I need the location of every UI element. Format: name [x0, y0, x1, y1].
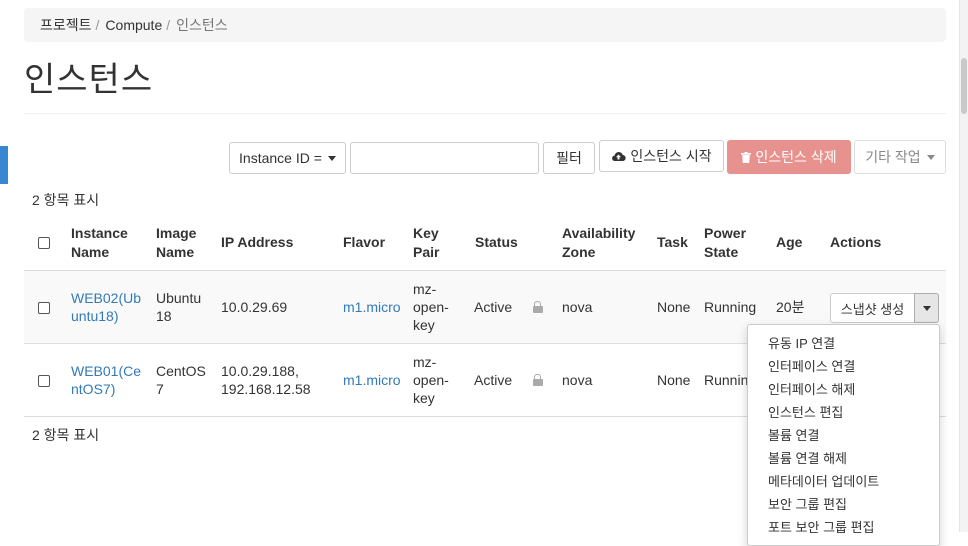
image-name: CentOS 7	[156, 363, 206, 397]
lock-open-icon	[533, 301, 543, 314]
launch-instance-label: 인스턴스 시작	[630, 148, 712, 164]
item-count-top: 2 항목 표시	[32, 192, 100, 208]
ip-address: 10.0.29.69	[221, 299, 288, 315]
column-flavor[interactable]: Flavor	[343, 233, 385, 252]
menu-item-update-metadata[interactable]: 메타데이터 업데이트	[768, 471, 879, 490]
menu-item-associate-floating-ip[interactable]: 유동 IP 연결	[768, 333, 835, 352]
filter-field-select[interactable]: Instance ID =	[229, 142, 346, 174]
menu-item-detach-volume[interactable]: 볼륨 연결 해제	[768, 448, 847, 467]
chevron-down-icon	[926, 154, 935, 160]
filter-field-label: Instance ID =	[239, 150, 322, 166]
key-pair: mz-open-key	[413, 281, 449, 333]
item-count-bottom: 2 항목 표시	[32, 427, 100, 443]
availability-zone: nova	[562, 372, 593, 388]
page-scrollbar[interactable]	[959, 0, 968, 532]
row-checkbox[interactable]	[38, 302, 50, 314]
more-actions-button[interactable]: 기타 작업	[854, 140, 946, 174]
flavor-link[interactable]: m1.micro	[343, 298, 401, 316]
age-text: 20분	[776, 299, 805, 315]
column-status[interactable]: Status	[475, 233, 518, 252]
availability-zone: nova	[562, 299, 593, 315]
breadcrumb: 프로젝트 / Compute / 인스턴스	[24, 8, 946, 42]
chevron-down-icon	[922, 305, 931, 311]
delete-instances-button[interactable]: 인스턴스 삭제	[727, 140, 851, 174]
power-state: Running	[704, 299, 757, 315]
sidebar-edge-indicator	[0, 146, 8, 184]
column-ip-address[interactable]: IP Address	[221, 233, 293, 252]
task-text: None	[657, 299, 691, 315]
menu-item-edit-instance[interactable]: 인스턴스 편집	[768, 402, 843, 421]
cloud-upload-icon	[612, 151, 627, 162]
row-actions-toggle[interactable]	[914, 293, 939, 323]
breadcrumb-instances: 인스턴스	[176, 17, 228, 33]
column-key-pair[interactable]: Key Pair	[413, 224, 439, 262]
task-text: None	[657, 372, 691, 388]
breadcrumb-project[interactable]: 프로젝트	[40, 15, 92, 35]
menu-item-detach-interface[interactable]: 인터페이스 해제	[768, 379, 855, 398]
menu-item-edit-security-groups[interactable]: 보안 그룹 편집	[768, 494, 847, 513]
table-header: Instance Name Image Name IP Address Flavor…	[24, 216, 946, 272]
column-task[interactable]: Task	[657, 233, 688, 252]
breadcrumb-separator: /	[166, 17, 171, 33]
breadcrumb-compute[interactable]: Compute	[105, 17, 162, 33]
create-snapshot-label: 스냅샷 생성	[840, 301, 905, 317]
more-actions-label: 기타 작업	[865, 149, 921, 165]
trash-icon	[741, 151, 752, 163]
scrollbar-thumb[interactable]	[961, 58, 967, 114]
title-divider	[24, 113, 946, 114]
row-actions-menu: 유동 IP 연결 인터페이스 연결 인터페이스 해제 인스턴스 편집 볼륨 연결…	[747, 324, 940, 546]
row-checkbox[interactable]	[38, 375, 50, 387]
status-text: Active	[474, 372, 513, 388]
menu-item-attach-interface[interactable]: 인터페이스 연결	[768, 356, 855, 375]
flavor-link[interactable]: m1.micro	[343, 371, 401, 389]
breadcrumb-separator: /	[95, 17, 100, 33]
column-instance-name[interactable]: Instance Name	[71, 224, 128, 262]
select-all-checkbox[interactable]	[38, 237, 50, 249]
status-text: Active	[474, 299, 513, 315]
key-pair: mz-open-key	[413, 354, 449, 406]
menu-item-edit-port-security-groups[interactable]: 포트 보안 그룹 편집	[768, 517, 875, 536]
create-snapshot-button[interactable]: 스냅샷 생성	[830, 293, 915, 323]
ip-address: 10.0.29.188, 192.168.12.58	[221, 363, 311, 397]
filter-input[interactable]	[350, 142, 539, 174]
page-title: 인스턴스	[24, 61, 154, 99]
filter-button-label: 필터	[556, 150, 582, 166]
instance-name-link[interactable]: WEB01(Ce ntOS7)	[71, 362, 141, 398]
chevron-down-icon	[327, 155, 336, 161]
column-actions: Actions	[830, 234, 882, 250]
column-age[interactable]: Age	[776, 233, 802, 252]
column-power-state[interactable]: Power State	[704, 224, 746, 262]
column-image-name[interactable]: Image Name	[156, 224, 196, 262]
lock-open-icon	[533, 374, 543, 387]
filter-button[interactable]: 필터	[543, 142, 595, 174]
column-availability-zone[interactable]: Availability Zone	[562, 224, 635, 262]
delete-instances-label: 인스턴스 삭제	[755, 149, 837, 165]
launch-instance-button[interactable]: 인스턴스 시작	[599, 140, 724, 172]
image-name: Ubuntu 18	[156, 290, 202, 324]
menu-item-attach-volume[interactable]: 볼륨 연결	[768, 425, 819, 444]
instance-name-link[interactable]: WEB02(Ub untu18)	[71, 289, 141, 325]
